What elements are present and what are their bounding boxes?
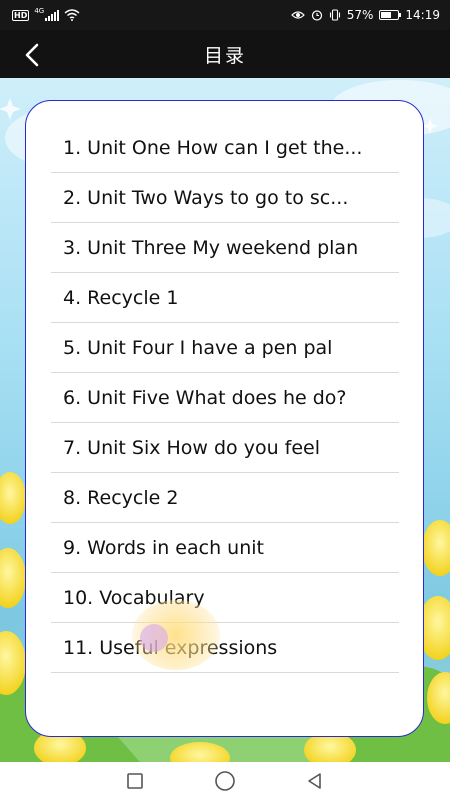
toc-item-label: 4. Recycle 1 (63, 286, 179, 309)
content-area: 1. Unit One How can I get the... 2. Unit… (0, 78, 450, 762)
battery-fill (381, 12, 391, 18)
toc-item-7[interactable]: 7. Unit Six How do you feel (51, 423, 399, 473)
toc-item-3[interactable]: 3. Unit Three My weekend plan (51, 223, 399, 273)
toc-item-label: 2. Unit Two Ways to go to sc... (63, 186, 349, 209)
toc-item-label: 9. Words in each unit (63, 536, 264, 559)
battery-percent: 57% (346, 8, 374, 22)
page-title: 目录 (203, 44, 246, 67)
vibrate-icon (329, 9, 340, 21)
signal-icon (45, 9, 60, 21)
toc-item-label: 10. Vocabulary (63, 586, 205, 609)
network-type: 4G (34, 7, 45, 15)
toc-panel: 1. Unit One How can I get the... 2. Unit… (25, 100, 424, 737)
toc-item-9[interactable]: 9. Words in each unit (51, 523, 399, 573)
back-nav-button[interactable] (304, 770, 326, 792)
recents-button[interactable] (124, 770, 146, 792)
toc-item-10[interactable]: 10. Vocabulary (51, 573, 399, 623)
status-right: 57% 14:19 (290, 8, 440, 22)
back-triangle-icon (308, 773, 321, 789)
system-nav-bar (0, 762, 450, 800)
eye-comfort-icon (290, 11, 305, 19)
wifi-icon (64, 9, 80, 21)
status-left: HD 4G (12, 7, 80, 21)
battery-icon (379, 10, 402, 20)
toc-item-5[interactable]: 5. Unit Four I have a pen pal (51, 323, 399, 373)
home-circle-icon (215, 771, 235, 791)
status-bar: HD 4G 57% 14:19 (0, 0, 450, 30)
toc-item-11[interactable]: 11. Useful expressions (51, 623, 399, 673)
title-bar: 目录 (0, 30, 450, 78)
alarm-icon (311, 10, 322, 21)
toc-item-label: 3. Unit Three My weekend plan (63, 236, 359, 259)
chevron-left-icon (25, 43, 39, 67)
back-button[interactable] (18, 40, 48, 70)
toc-item-label: 11. Useful expressions (63, 636, 278, 659)
hd-badge: HD (12, 9, 30, 21)
toc-item-label: 7. Unit Six How do you feel (63, 436, 321, 459)
toc-item-label: 5. Unit Four I have a pen pal (63, 336, 333, 359)
recents-square-icon (127, 773, 143, 789)
toc-item-4[interactable]: 4. Recycle 1 (51, 273, 399, 323)
toc-item-label: 6. Unit Five What does he do? (63, 386, 347, 409)
clock: 14:19 (405, 8, 440, 22)
toc-item-label: 1. Unit One How can I get the... (63, 136, 363, 159)
toc-item-6[interactable]: 6. Unit Five What does he do? (51, 373, 399, 423)
home-button[interactable] (214, 770, 236, 792)
toc-list: 1. Unit One How can I get the... 2. Unit… (51, 123, 399, 673)
toc-item-8[interactable]: 8. Recycle 2 (51, 473, 399, 523)
toc-item-2[interactable]: 2. Unit Two Ways to go to sc... (51, 173, 399, 223)
toc-item-1[interactable]: 1. Unit One How can I get the... (51, 123, 399, 173)
toc-item-label: 8. Recycle 2 (63, 486, 179, 509)
